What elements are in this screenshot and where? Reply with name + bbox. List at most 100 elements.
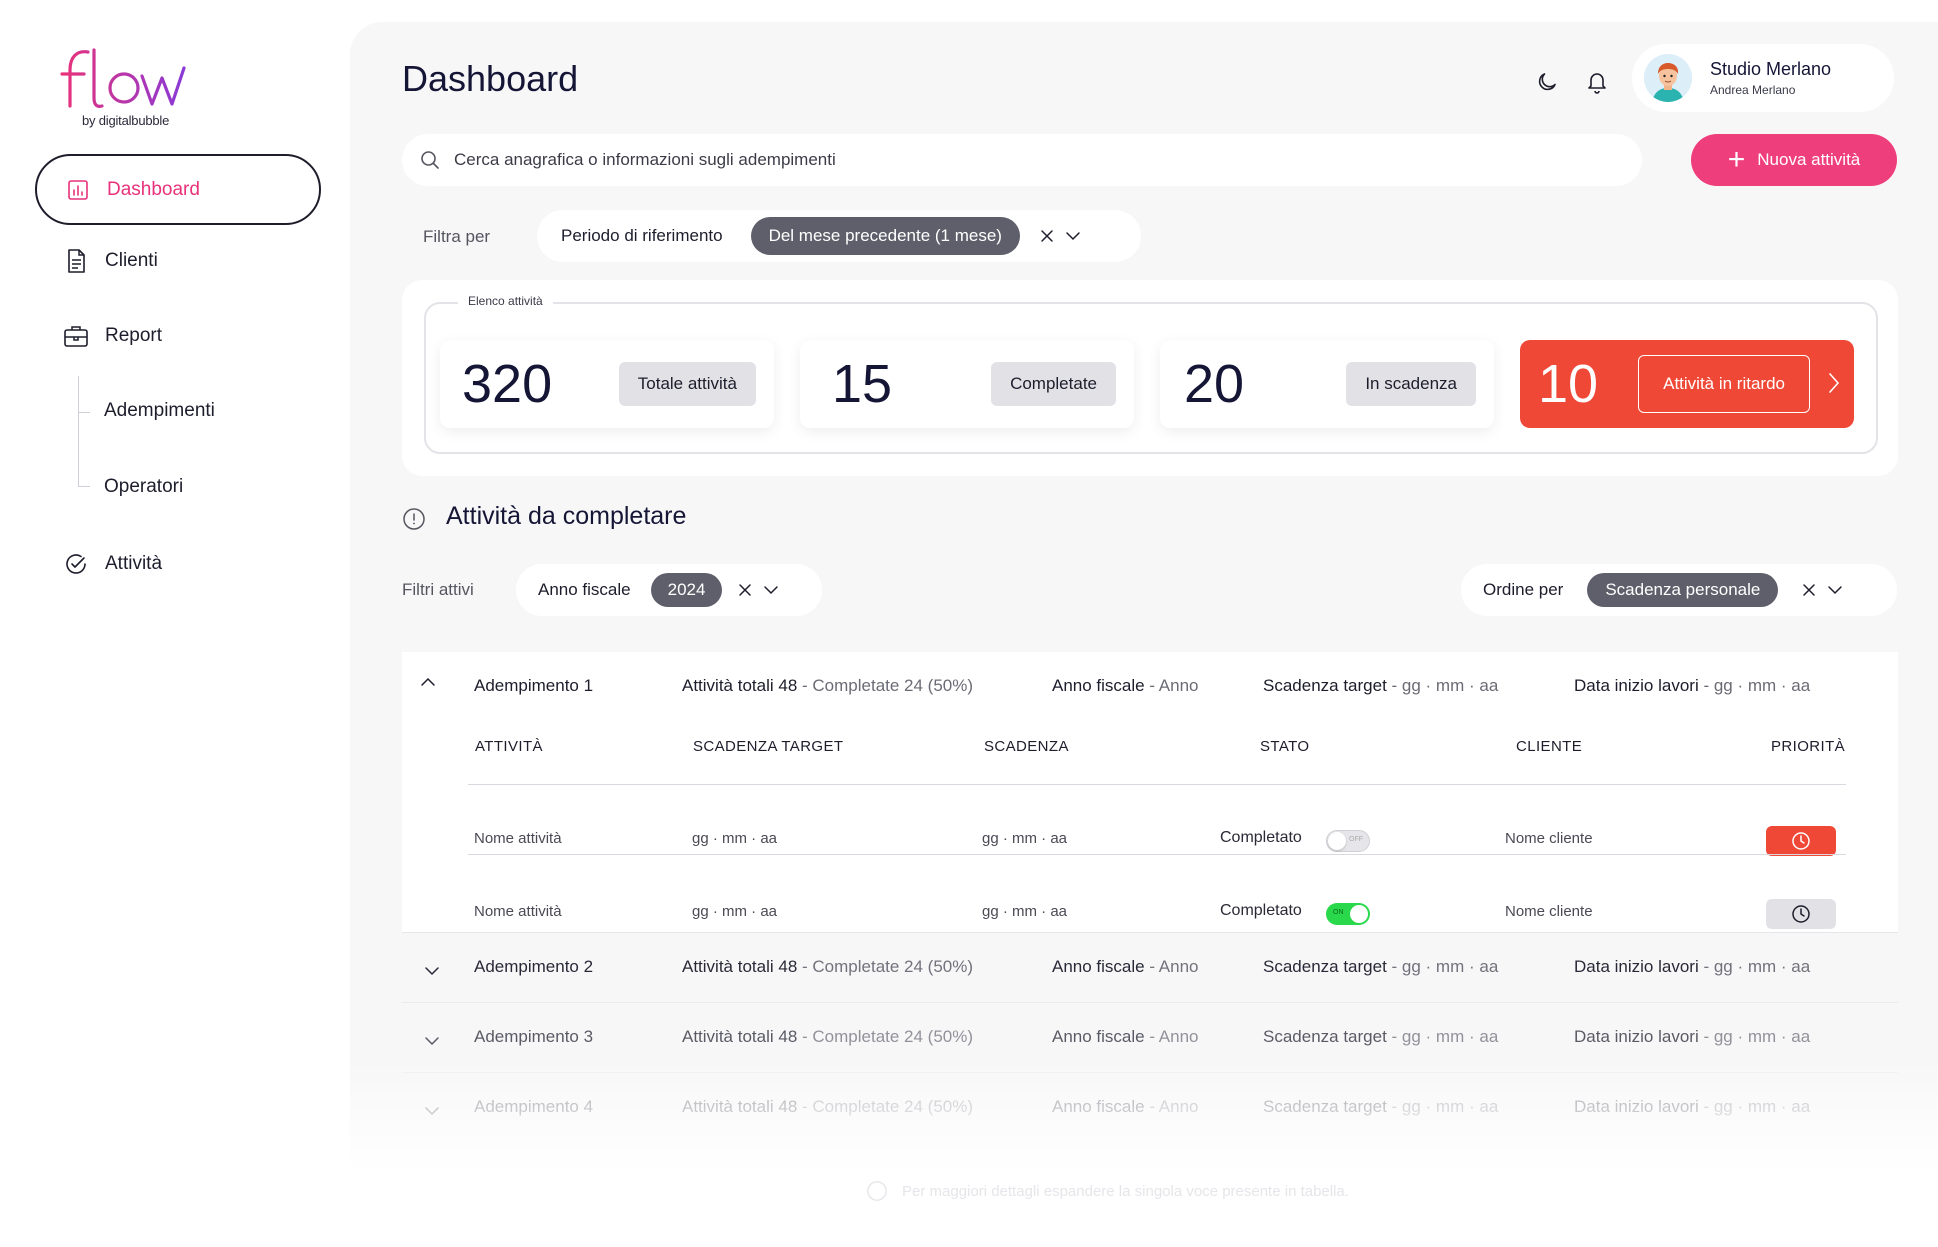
sidebar-item-label: Attività (105, 552, 163, 574)
stat-value: 15 (832, 354, 893, 414)
sidebar-item-dashboard[interactable]: Dashboard (35, 154, 321, 225)
sidebar-item-attivita[interactable]: Attività (35, 528, 321, 599)
new-activity-button[interactable]: + Nuova attività (1691, 134, 1897, 186)
stat-card-due[interactable]: 20 In scadenza (1160, 340, 1494, 428)
group-name: Adempimento 2 (474, 957, 594, 976)
sidebar-item-report[interactable]: Report (35, 300, 321, 371)
avatar (1644, 54, 1692, 102)
check-circle-icon (63, 551, 89, 577)
group-totals: Attività totali 48 - Completate 24 (50%) (682, 1097, 974, 1116)
fiscal-year-filter: Anno fiscale 2024 (516, 564, 822, 616)
search-input[interactable] (454, 150, 1554, 170)
chevron-down-icon[interactable] (1060, 223, 1086, 249)
order-value-pill[interactable]: Scadenza personale (1587, 573, 1779, 607)
page-title: Dashboard (402, 58, 579, 99)
plus-icon: + (1727, 143, 1746, 176)
section-title: Attività da completare (446, 502, 687, 530)
sidebar-item-label: Dashboard (107, 178, 200, 200)
cell-activity: Nome attività (474, 830, 562, 847)
stat-card-late[interactable]: 10 Attività in ritardo (1520, 340, 1854, 428)
group-start: Data inizio lavori - gg · mm · aa (1574, 1027, 1811, 1046)
column-header[interactable]: CLIENTE (1516, 738, 1582, 755)
group-fiscal: Anno fiscale - Anno (1052, 957, 1199, 976)
cell-deadline: gg · mm · aa (982, 903, 1068, 920)
sidebar-item-label: Report (105, 324, 163, 346)
column-header[interactable]: ATTIVITÀ (475, 738, 543, 755)
status-toggle[interactable]: OFF (1326, 830, 1370, 852)
clear-filter-icon[interactable] (1796, 577, 1822, 603)
row-divider (468, 784, 1846, 785)
group-target: Scadenza target - gg · mm · aa (1263, 957, 1499, 976)
chevron-down-icon[interactable] (424, 1033, 440, 1051)
filter-value-pill[interactable]: Del mese precedente (1 mese) (750, 217, 1020, 255)
group-name: Adempimento 4 (474, 1097, 594, 1116)
chevron-down-icon[interactable] (1822, 577, 1848, 603)
group-totals: Attività totali 48 - Completate 24 (50%) (682, 957, 974, 976)
chevron-down-icon[interactable] (424, 963, 440, 981)
order-filter: Ordine per Scadenza personale (1461, 564, 1897, 616)
group-start: Data inizio lavori - gg · mm · aa (1574, 957, 1811, 976)
sidebar-subitem-adempimenti[interactable]: Adempimenti (104, 400, 215, 422)
clock-icon (1792, 905, 1810, 923)
column-header[interactable]: SCADENZA (984, 738, 1069, 755)
cell-deadline: gg · mm · aa (982, 830, 1068, 847)
stat-card-total[interactable]: 320 Totale attività (440, 340, 774, 428)
column-header[interactable]: PRIORITÀ (1771, 738, 1845, 755)
cell-client: Nome cliente (1505, 830, 1593, 847)
stat-label[interactable]: Attività in ritardo (1638, 355, 1810, 413)
sidebar-item-label: Clienti (105, 249, 158, 271)
chevron-down-icon[interactable] (424, 1103, 440, 1121)
info-icon (867, 1181, 887, 1201)
clear-filter-icon[interactable] (1034, 223, 1060, 249)
column-header[interactable]: SCADENZA TARGET (693, 738, 843, 755)
stat-card-completed[interactable]: 15 Completate (800, 340, 1134, 428)
stat-label: Totale attività (618, 362, 756, 406)
stats-panel: Elenco attività 320 Totale attività 15 C… (402, 280, 1898, 476)
document-icon (63, 248, 89, 274)
period-filter: Periodo di riferimento Del mese preceden… (537, 210, 1141, 262)
filter-value-pill[interactable]: 2024 (650, 573, 723, 607)
clock-icon (1792, 832, 1810, 850)
user-profile[interactable]: Studio Merlano Andrea Merlano (1632, 44, 1894, 112)
stats-frame: Elenco attività 320 Totale attività 15 C… (424, 294, 1878, 454)
clear-filter-icon[interactable] (732, 577, 758, 603)
group-name: Adempimento 1 (474, 676, 594, 695)
search-icon (421, 151, 439, 169)
submenu-tick (78, 486, 90, 487)
group-header[interactable]: Adempimento 4 Attività totali 48 - Compl… (402, 1072, 1898, 1142)
status-toggle[interactable]: ON (1326, 903, 1370, 925)
profile-name: Studio Merlano (1710, 59, 1832, 79)
stat-value: 20 (1184, 354, 1245, 414)
group-start: Data inizio lavori - gg · mm · aa (1574, 676, 1811, 695)
sidebar-subitem-operatori[interactable]: Operatori (104, 476, 183, 498)
group-totals: Attività totali 48 - Completate 24 (50%) (682, 1027, 974, 1046)
group-header[interactable]: Adempimento 3 Attività totali 48 - Compl… (402, 1002, 1898, 1072)
moon-icon (1538, 73, 1556, 91)
group-fiscal: Anno fiscale - Anno (1052, 1027, 1199, 1046)
footer-note: Per maggiori dettagli espandere la singo… (866, 1180, 1349, 1202)
stat-value: 10 (1538, 354, 1599, 414)
chevron-up-icon[interactable] (420, 674, 436, 692)
cell-status: Completato (1220, 829, 1302, 846)
chevron-down-icon[interactable] (758, 577, 784, 603)
order-label: Ordine per (1483, 580, 1564, 599)
dark-mode-toggle[interactable] (1531, 66, 1563, 98)
sidebar-item-clienti[interactable]: Clienti (35, 225, 321, 296)
chart-icon (65, 177, 91, 203)
chevron-right-icon[interactable] (1828, 372, 1840, 399)
profile-subtitle: Andrea Merlano (1710, 83, 1796, 97)
logo-subtitle: by digitalbubble (82, 113, 170, 128)
stat-label: In scadenza (1346, 362, 1476, 406)
group-expanded: Adempimento 1 Attività totali 48 - Compl… (402, 652, 1898, 932)
column-header[interactable]: STATO (1260, 738, 1310, 755)
cell-client: Nome cliente (1505, 903, 1593, 920)
group-header[interactable]: Adempimento 2 Attività totali 48 - Compl… (402, 932, 1898, 1002)
group-header[interactable]: Adempimento 1 Attività totali 48 - Compl… (402, 652, 1898, 722)
row-divider (468, 854, 1846, 855)
priority-button[interactable] (1766, 826, 1836, 856)
priority-button[interactable] (1766, 899, 1836, 929)
group-target: Scadenza target - gg · mm · aa (1263, 1027, 1499, 1046)
notifications-button[interactable] (1581, 66, 1613, 98)
new-activity-label: Nuova attività (1757, 150, 1861, 169)
filter-name: Anno fiscale (538, 580, 631, 599)
